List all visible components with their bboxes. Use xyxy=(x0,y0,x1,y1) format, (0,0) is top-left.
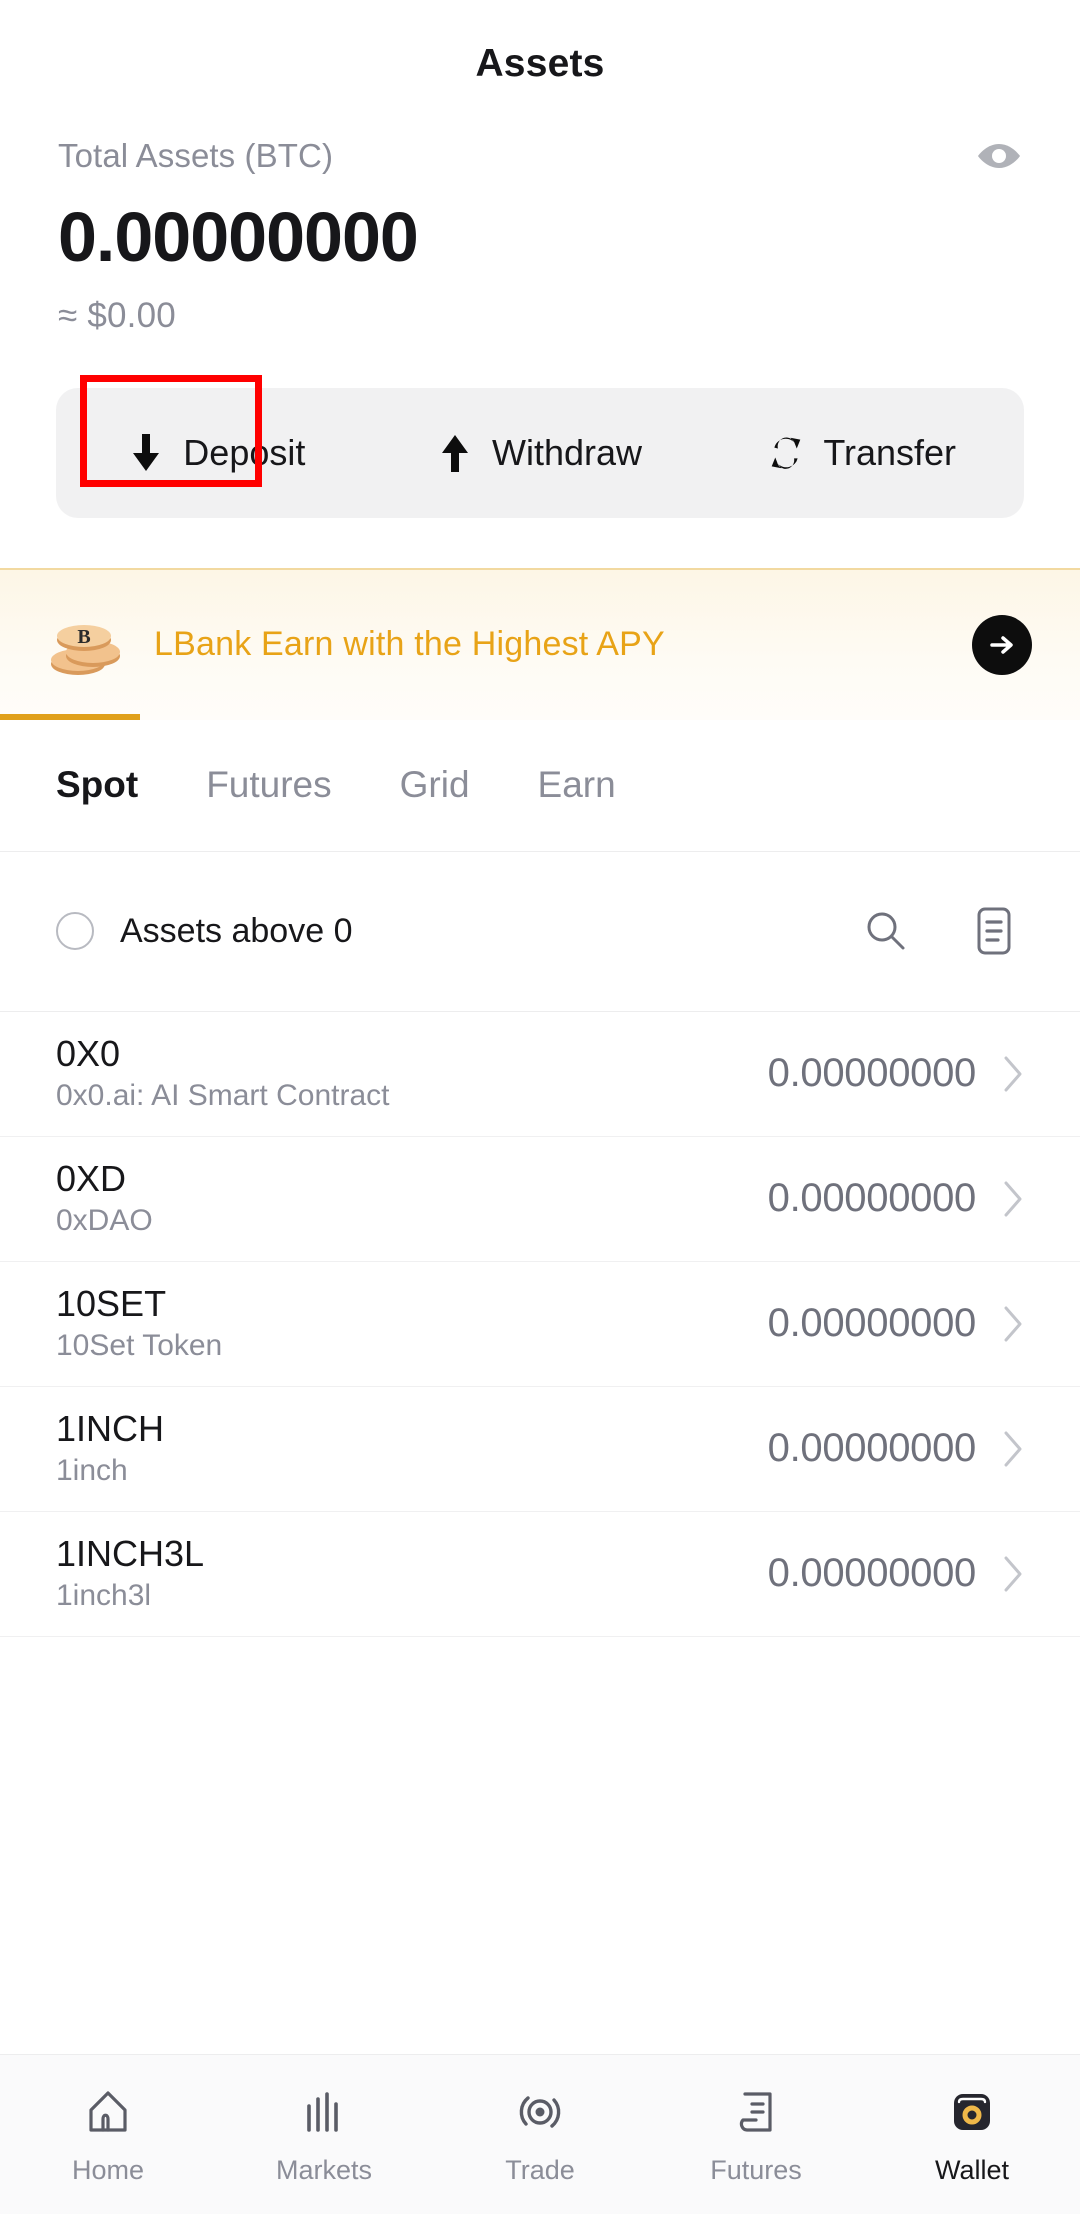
assets-above-zero-label: Assets above 0 xyxy=(120,911,353,950)
trade-icon xyxy=(514,2083,566,2141)
nav-label-home: Home xyxy=(71,2155,145,2185)
total-assets-header: Total Assets (BTC) xyxy=(58,128,1022,184)
total-assets-fiat: ≈ $0.00 xyxy=(58,295,176,335)
promo-banner[interactable]: B LBank Earn with the Highest APY xyxy=(0,567,1080,720)
asset-symbol: 0XD xyxy=(56,1158,127,1200)
actions-section: Deposit Withdraw Transfer xyxy=(0,336,1080,518)
tab-futures[interactable]: Futures xyxy=(206,764,331,806)
chevron-right-icon xyxy=(1002,1430,1024,1468)
total-assets-label: Total Assets (BTC) xyxy=(58,137,334,174)
withdraw-label: Withdraw xyxy=(491,431,643,473)
assets-above-zero-checkbox[interactable] xyxy=(56,912,94,951)
tab-spot[interactable]: Spot xyxy=(56,764,138,806)
asset-symbol: 1INCH xyxy=(56,1408,165,1450)
asset-info: 1INCH 1inch xyxy=(56,1411,768,1486)
page-header: Assets xyxy=(0,0,1080,128)
search-icon[interactable] xyxy=(856,901,916,961)
transfer-swap-icon xyxy=(769,433,803,473)
asset-filter-row: Assets above 0 xyxy=(0,852,1080,1012)
arrow-down-icon xyxy=(129,433,163,473)
arrow-up-icon xyxy=(438,433,472,473)
deposit-button[interactable]: Deposit xyxy=(56,388,379,518)
action-bar: Deposit Withdraw Transfer xyxy=(56,374,1024,518)
asset-name: 0xDAO xyxy=(56,1204,153,1238)
chevron-right-icon xyxy=(1002,1180,1024,1218)
records-icon[interactable] xyxy=(964,901,1024,961)
page-title: Assets xyxy=(475,42,605,85)
chevron-right-icon xyxy=(1002,1555,1024,1593)
bitcoin-coins-icon: B xyxy=(48,612,126,678)
total-assets-value: 0.00000000 xyxy=(58,198,419,276)
asset-name: 0x0.ai: AI Smart Contract xyxy=(56,1079,390,1113)
tab-earn[interactable]: Earn xyxy=(538,764,616,806)
nav-item-markets[interactable]: Markets xyxy=(216,2083,432,2186)
asset-info: 10SET 10Set Token xyxy=(56,1286,768,1361)
asset-amount: 0.00000000 xyxy=(767,1051,977,1096)
asset-symbol: 0X0 xyxy=(56,1033,121,1075)
nav-label-futures: Futures xyxy=(710,2155,802,2185)
svg-text:B: B xyxy=(77,626,90,648)
table-row[interactable]: 1INCH 1inch 0.00000000 xyxy=(0,1387,1080,1512)
asset-amount: 0.00000000 xyxy=(767,1301,977,1346)
wallet-icon xyxy=(946,2083,998,2141)
nav-item-trade[interactable]: Trade xyxy=(432,2083,648,2186)
withdraw-button[interactable]: Withdraw xyxy=(379,388,702,518)
table-row[interactable]: 10SET 10Set Token 0.00000000 xyxy=(0,1262,1080,1387)
tab-grid[interactable]: Grid xyxy=(400,764,470,806)
asset-info: 0XD 0xDAO xyxy=(56,1161,768,1236)
asset-name: 1inch3l xyxy=(56,1579,152,1613)
nav-item-futures[interactable]: Futures xyxy=(648,2083,864,2186)
nav-label-wallet: Wallet xyxy=(934,2155,1009,2185)
transfer-button[interactable]: Transfer xyxy=(701,388,1024,518)
asset-info: 0X0 0x0.ai: AI Smart Contract xyxy=(56,1036,768,1111)
asset-category-tabs: Spot Futures Grid Earn xyxy=(0,720,1080,852)
asset-amount: 0.00000000 xyxy=(767,1176,977,1221)
asset-symbol: 10SET xyxy=(56,1283,167,1325)
asset-info: 1INCH3L 1inch3l xyxy=(56,1536,768,1611)
assets-screen: Assets Total Assets (BTC) 0.00000000 ≈ $… xyxy=(0,0,1080,2214)
eye-icon[interactable] xyxy=(976,133,1022,179)
nav-item-wallet[interactable]: Wallet xyxy=(864,2083,1080,2186)
chevron-right-icon xyxy=(1002,1055,1024,1093)
arrow-right-icon[interactable] xyxy=(972,614,1032,675)
asset-amount: 0.00000000 xyxy=(767,1426,977,1471)
table-row[interactable]: 0X0 0x0.ai: AI Smart Contract 0.00000000 xyxy=(0,1012,1080,1137)
asset-list: 0X0 0x0.ai: AI Smart Contract 0.00000000… xyxy=(0,1012,1080,2054)
asset-amount: 0.00000000 xyxy=(767,1551,977,1596)
home-icon xyxy=(82,2083,134,2141)
nav-label-markets: Markets xyxy=(275,2155,373,2185)
chevron-right-icon xyxy=(1002,1305,1024,1343)
markets-icon xyxy=(298,2083,350,2141)
futures-icon xyxy=(730,2083,782,2141)
asset-name: 1inch xyxy=(56,1454,128,1488)
deposit-label: Deposit xyxy=(183,431,306,473)
promo-text: LBank Earn with the Highest APY xyxy=(154,625,665,664)
table-row[interactable]: 1INCH3L 1inch3l 0.00000000 xyxy=(0,1512,1080,1637)
total-assets-section: Total Assets (BTC) 0.00000000 ≈ $0.00 xyxy=(0,128,1080,336)
asset-name: 10Set Token xyxy=(56,1329,223,1363)
transfer-label: Transfer xyxy=(823,431,957,473)
nav-item-home[interactable]: Home xyxy=(0,2083,216,2186)
nav-label-trade: Trade xyxy=(505,2155,575,2185)
asset-symbol: 1INCH3L xyxy=(56,1533,205,1575)
table-row[interactable]: 0XD 0xDAO 0.00000000 xyxy=(0,1137,1080,1262)
bottom-navigation: Home Markets Trade Futures Wallet xyxy=(0,2054,1080,2214)
promo-progress-indicator xyxy=(0,713,140,720)
